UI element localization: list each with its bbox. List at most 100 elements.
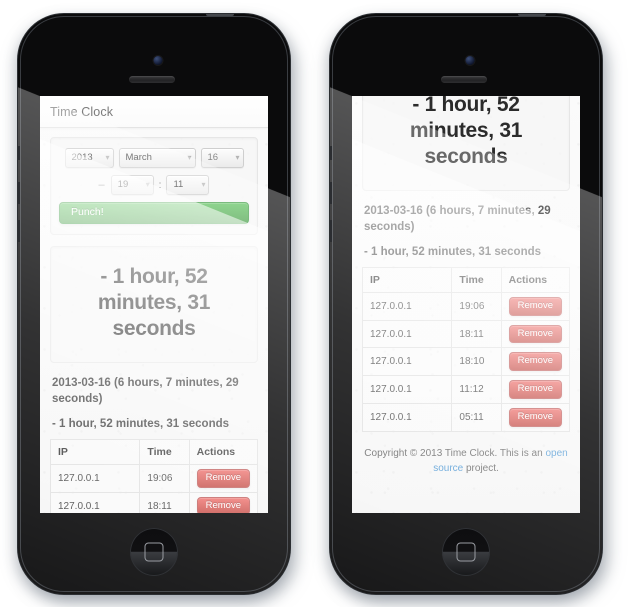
footer-text-after: project.: [463, 463, 499, 475]
chevron-down-icon: ▾: [145, 180, 150, 189]
app-content-right: 2013 ▾ March ▾ 16 ▾: [352, 96, 580, 490]
column-header-ip: IP: [50, 439, 141, 465]
cell-time: 18:11: [451, 320, 502, 349]
hour-select-value: 19: [117, 179, 129, 191]
table-row: 127.0.0.1 11:12 Remove: [362, 375, 570, 405]
punches-table-right: IP Time Actions 127.0.0.1 19:06 Remove 127.…: [362, 266, 570, 433]
cell-actions: Remove: [501, 292, 570, 321]
home-square-icon: [144, 542, 164, 562]
earpiece-speaker-right: [441, 76, 487, 83]
app-navbar: Time Clock: [40, 96, 268, 128]
home-button-left[interactable]: [130, 528, 178, 576]
cell-ip: 127.0.0.1: [50, 464, 141, 493]
remove-button[interactable]: Remove: [508, 296, 562, 316]
cell-time: 18:11: [139, 492, 190, 513]
phone-device-right: Time Clock 2013 ▾ March ▾: [330, 14, 602, 594]
volume-up-button-left[interactable]: [18, 182, 20, 204]
cell-actions: Remove: [501, 347, 570, 377]
phone-screen-left: Time Clock 2013 ▾ March ▾ 16 ▾ – 19 ▾: …: [40, 96, 268, 513]
table-row: 127.0.0.1 18:10 Remove: [362, 347, 570, 377]
cell-actions: Remove: [189, 464, 258, 493]
chevron-down-icon: ▾: [201, 180, 206, 189]
day-subtotal-right: - 1 hour, 52 minutes, 31 seconds: [364, 245, 542, 258]
day-subtotal: - 1 hour, 52 minutes, 31 seconds: [52, 417, 230, 430]
table-row: 127.0.0.1 19:06 Remove: [362, 292, 570, 321]
punches-table-body-left: 127.0.0.1 19:06 Remove 127.0.0.1 18:11 Remove…: [50, 464, 258, 513]
app-viewport-right: Time Clock 2013 ▾ March ▾: [352, 96, 580, 490]
cell-ip: 127.0.0.1: [362, 320, 453, 349]
volume-up-button-right[interactable]: [330, 182, 332, 204]
month-select-value: March: [125, 152, 152, 164]
remove-button[interactable]: Remove: [508, 352, 562, 372]
cell-ip: 127.0.0.1: [362, 375, 453, 405]
total-time-text-right: - 1 hour, 52 minutes, 31 seconds: [409, 96, 523, 169]
home-square-icon: [456, 542, 476, 562]
day-select-value: 16: [207, 152, 219, 164]
year-select[interactable]: 2013 ▾: [64, 148, 114, 168]
date-select-row: 2013 ▾ March ▾ 16 ▾: [59, 148, 249, 168]
cell-ip: 127.0.0.1: [362, 292, 453, 321]
remove-button[interactable]: Remove: [508, 408, 562, 428]
total-time-text: - 1 hour, 52 minutes, 31 seconds: [97, 264, 211, 341]
app-content-left: 2013 ▾ March ▾ 16 ▾ – 19 ▾: 11 ▾ Punch!…: [40, 128, 268, 513]
minute-select[interactable]: 11 ▾: [166, 175, 210, 195]
cell-actions: Remove: [189, 492, 258, 513]
power-button-left[interactable]: [206, 14, 234, 16]
phone-device-left: Time Clock 2013 ▾ March ▾ 16 ▾ – 19 ▾: …: [18, 14, 290, 594]
day-heading-right: 2013-03-16 (6 hours, 7 minutes, 29 secon…: [364, 204, 551, 233]
footer: Copyright © 2013 Time Clock. This is an …: [362, 446, 570, 480]
remove-button[interactable]: Remove: [508, 380, 562, 400]
cell-ip: 127.0.0.1: [362, 403, 453, 432]
day-select[interactable]: 16 ▾: [200, 148, 244, 168]
remove-button[interactable]: Remove: [196, 496, 250, 513]
cell-time: 18:10: [451, 347, 502, 377]
phone-screen-right: Time Clock 2013 ▾ March ▾: [352, 96, 580, 513]
table-row: 127.0.0.1 18:11 Remove: [362, 320, 570, 349]
year-select-value: 2013: [71, 152, 93, 164]
total-display-panel: - 1 hour, 52 minutes, 31 seconds: [50, 245, 258, 363]
month-select[interactable]: March ▾: [118, 148, 196, 168]
remove-button[interactable]: Remove: [196, 468, 250, 488]
remove-button[interactable]: Remove: [508, 324, 562, 344]
column-header-actions: Actions: [501, 267, 570, 293]
front-camera-icon-left: [153, 56, 163, 65]
cell-actions: Remove: [501, 404, 569, 432]
punch-form-panel: 2013 ▾ March ▾ 16 ▾ – 19 ▾: 11 ▾ Punch!: [50, 137, 258, 235]
colon-separator: :: [158, 179, 162, 191]
punches-table-head: IP Time Actions: [50, 439, 258, 465]
minute-select-value: 11: [173, 179, 184, 191]
cell-ip: 127.0.0.1: [50, 492, 141, 513]
front-camera-icon-right: [465, 56, 475, 65]
table-header-row: IP Time Actions: [50, 439, 258, 465]
power-button-right[interactable]: [518, 14, 546, 16]
footer-text-before: Copyright © 2013 Time Clock. This is an: [364, 448, 546, 460]
cell-time: 05:11: [451, 403, 502, 432]
column-header-time: Time: [451, 267, 502, 293]
chevron-down-icon: ▾: [105, 153, 110, 162]
table-row: 127.0.0.1 18:11 Remove: [50, 492, 258, 513]
punches-table-body-right: 127.0.0.1 19:06 Remove 127.0.0.1 18:11 Remove…: [362, 292, 570, 432]
time-select-row: – 19 ▾ : 11 ▾: [59, 175, 249, 195]
earpiece-speaker-left: [129, 76, 175, 83]
punch-button[interactable]: Punch!: [59, 202, 249, 224]
volume-down-button-right[interactable]: [330, 220, 332, 242]
punches-table: IP Time Actions 127.0.0.1 19:06 Remove 127.…: [50, 438, 258, 513]
cell-time: 19:06: [139, 464, 190, 493]
volume-down-button-left[interactable]: [18, 220, 20, 242]
column-header-actions: Actions: [189, 439, 258, 465]
cell-time: 11:12: [451, 375, 502, 405]
cell-actions: Remove: [501, 375, 570, 405]
home-button-right[interactable]: [442, 528, 490, 576]
mute-switch-left[interactable]: [18, 146, 20, 160]
mute-switch-right[interactable]: [330, 146, 332, 160]
day-heading: 2013-03-16 (6 hours, 7 minutes, 29 secon…: [52, 376, 239, 405]
hour-select[interactable]: 19 ▾: [110, 175, 154, 195]
app-viewport-left: Time Clock 2013 ▾ March ▾ 16 ▾ – 19 ▾: …: [40, 96, 268, 513]
page-title: Time Clock: [50, 104, 114, 119]
dash-separator: –: [98, 179, 105, 191]
column-header-time: Time: [139, 439, 190, 465]
chevron-down-icon: ▾: [235, 153, 240, 162]
total-display-panel-right: - 1 hour, 52 minutes, 31 seconds: [362, 96, 570, 191]
cell-time: 19:06: [451, 292, 502, 321]
two-phone-mockup-stage: Time Clock 2013 ▾ March ▾ 16 ▾ – 19 ▾: …: [0, 0, 633, 607]
